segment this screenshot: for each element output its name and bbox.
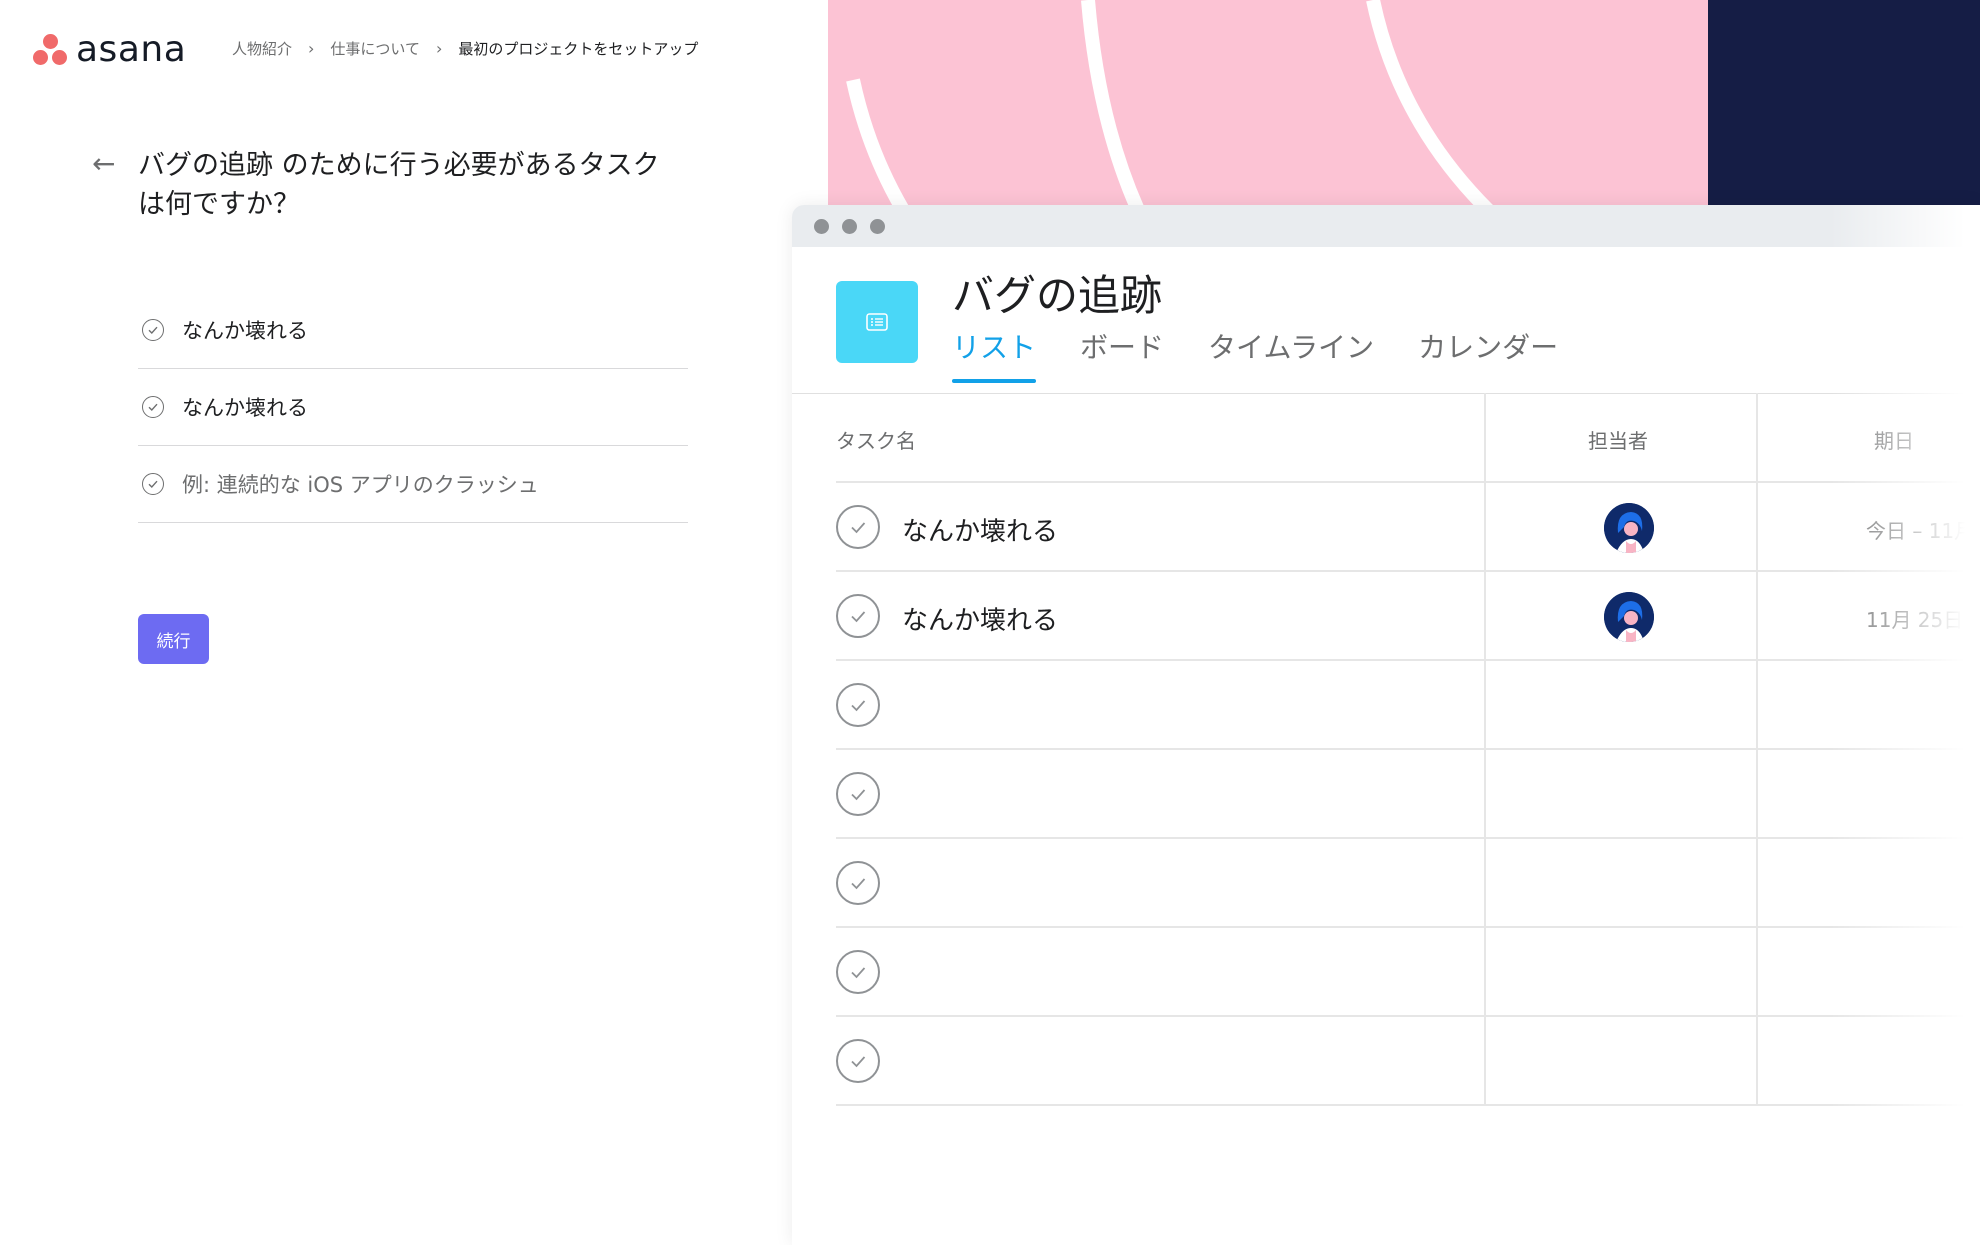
window-dot-icon xyxy=(870,218,885,234)
column-header-due: 期日 xyxy=(1874,429,1914,453)
breadcrumb: 人物紹介 › 仕事について › 最初のプロジェクトをセットアップ xyxy=(232,38,698,59)
column-header-task: タスク名 xyxy=(836,429,916,453)
due-date: 11月 25日 – 27日 xyxy=(1866,608,1980,632)
task-input-row[interactable]: 例: 連続的な iOS アプリのクラッシュ xyxy=(138,446,688,523)
project-tabs: リスト ボード タイムライン カレンダー xyxy=(952,331,1602,383)
task-input-text[interactable]: なんか壊れる xyxy=(182,392,308,422)
check-circle-icon xyxy=(142,473,164,495)
page-question: バグの追跡 のために行う必要があるタスク は何ですか？ xyxy=(138,146,698,224)
avatar xyxy=(1604,592,1654,642)
task-input-list: なんか壊れる なんか壊れる 例: 連続的な iOS アプリのクラッシュ xyxy=(138,292,688,523)
chevron-right-icon: › xyxy=(308,39,315,58)
column-header-assignee: 担当者 xyxy=(1588,429,1648,453)
check-circle-icon xyxy=(142,319,164,341)
check-circle-icon[interactable] xyxy=(836,505,880,549)
continue-button[interactable]: 続行 xyxy=(138,614,209,664)
chevron-right-icon: › xyxy=(435,39,443,58)
task-input-row[interactable]: なんか壊れる xyxy=(138,292,688,369)
back-arrow-icon[interactable]: ← xyxy=(92,150,115,178)
task-name: なんか壊れる xyxy=(902,606,1059,636)
table-row xyxy=(836,1017,1980,1106)
task-input-row[interactable]: なんか壊れる xyxy=(138,369,688,446)
tab-calendar[interactable]: カレンダー xyxy=(1418,331,1558,383)
breadcrumb-item-work[interactable]: 仕事について xyxy=(330,38,420,59)
table-row xyxy=(836,661,1980,750)
check-circle-icon xyxy=(142,396,164,418)
table-row xyxy=(836,839,1980,928)
project-title: バグの追跡 xyxy=(952,271,1163,320)
list-icon xyxy=(836,281,918,363)
check-circle-icon[interactable] xyxy=(836,683,880,727)
check-circle-icon[interactable] xyxy=(836,861,880,905)
tab-list[interactable]: リスト xyxy=(952,331,1037,383)
table-header: タスク名 担当者 期日 xyxy=(836,393,1980,483)
decorative-background xyxy=(828,0,1980,210)
task-input-text[interactable]: なんか壊れる xyxy=(182,315,308,345)
decorative-navy-block xyxy=(1708,0,1980,210)
check-circle-icon[interactable] xyxy=(836,950,880,994)
window-dot-icon xyxy=(842,218,857,234)
due-date: 今日 – 11月 26日 xyxy=(1866,519,1980,543)
check-circle-icon[interactable] xyxy=(836,594,880,638)
question-line-1: バグの追跡 のために行う必要があるタスク xyxy=(138,150,660,181)
table-row xyxy=(836,928,1980,1017)
task-table: タスク名 担当者 期日 なんか壊れる 今日 – 11月 26日 なんか壊れる 1… xyxy=(836,393,1980,1106)
table-row xyxy=(836,750,1980,839)
breadcrumb-item-intro[interactable]: 人物紹介 xyxy=(232,38,292,59)
asana-logo[interactable]: asana xyxy=(32,30,186,70)
table-row: なんか壊れる 11月 25日 – 27日 xyxy=(836,572,1980,661)
task-name: なんか壊れる xyxy=(902,517,1059,547)
task-input-placeholder[interactable]: 例: 連続的な iOS アプリのクラッシュ xyxy=(182,469,539,499)
window-titlebar xyxy=(792,205,1980,247)
app-preview-window: バグの追跡 リスト ボード タイムライン カレンダー タスク名 担当者 期日 な… xyxy=(792,205,1980,1245)
table-row: なんか壊れる 今日 – 11月 26日 xyxy=(836,483,1980,572)
check-circle-icon[interactable] xyxy=(836,772,880,816)
project-header: バグの追跡 リスト ボード タイムライン カレンダー xyxy=(792,247,1980,394)
tab-timeline[interactable]: タイムライン xyxy=(1208,331,1374,383)
asana-logo-icon xyxy=(32,33,68,67)
breadcrumb-item-current: 最初のプロジェクトをセットアップ xyxy=(458,40,699,58)
window-dot-icon xyxy=(814,218,829,234)
check-circle-icon[interactable] xyxy=(836,1039,880,1083)
asana-wordmark: asana xyxy=(76,29,187,70)
tab-board[interactable]: ボード xyxy=(1080,331,1164,383)
avatar xyxy=(1604,503,1654,553)
question-line-2: は何ですか？ xyxy=(138,189,300,220)
